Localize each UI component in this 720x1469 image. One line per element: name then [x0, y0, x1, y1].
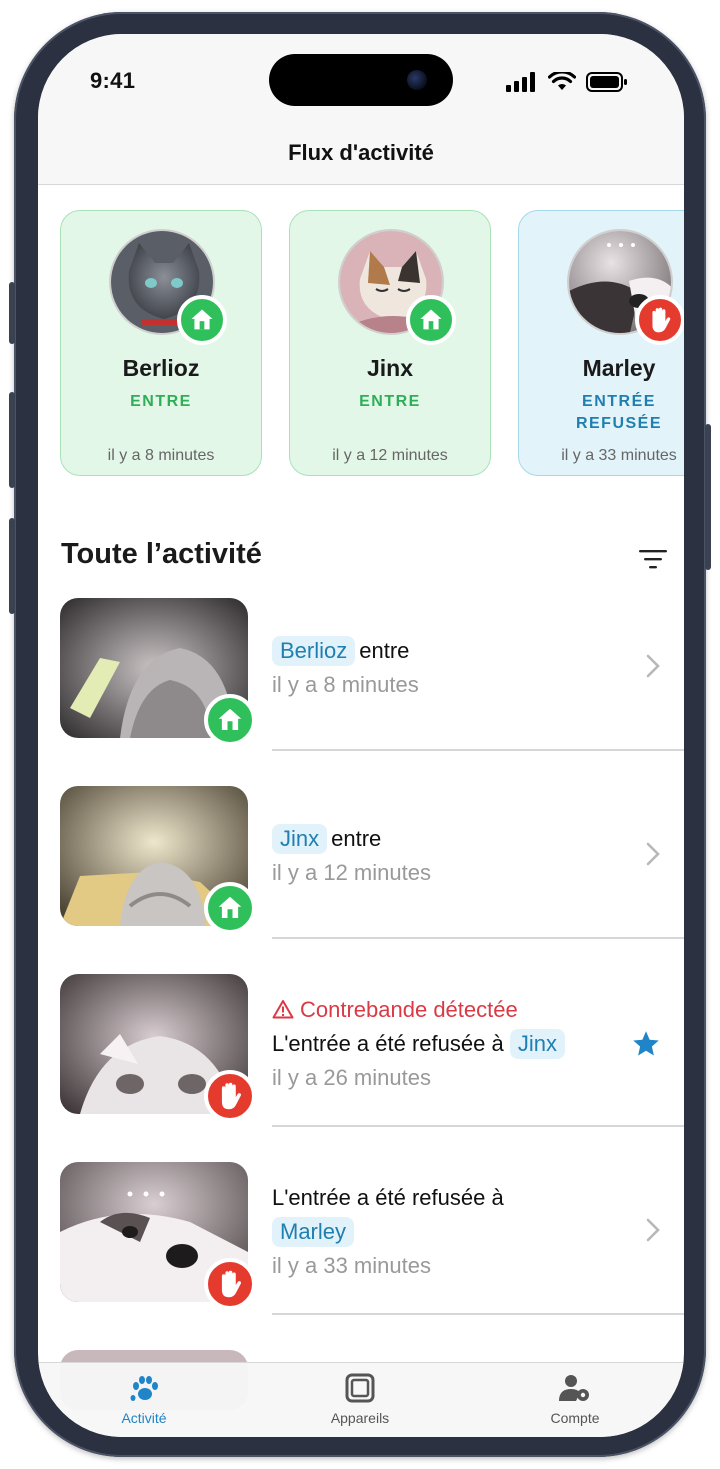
dynamic-island [269, 54, 453, 106]
row-text: Jinx entre il y a 12 minutes [272, 822, 431, 890]
section-title: Toute l’activité [61, 538, 262, 570]
summary-card-berlioz[interactable]: Berlioz ENTRE il y a 8 minutes [60, 210, 262, 476]
battery-icon [586, 72, 627, 92]
home-icon [177, 295, 227, 345]
row-action: L'entrée a été refusée à [272, 1031, 504, 1056]
tab-label: Activité [121, 1410, 167, 1426]
home-icon [406, 295, 456, 345]
action-button [9, 282, 15, 344]
device-icon [345, 1373, 375, 1403]
cellular-signal-icon [506, 72, 535, 92]
card-time: il y a 8 minutes [107, 447, 215, 464]
screen: 9:41 Flux d'activité Berlioz ENTRE il y … [38, 34, 684, 1437]
pet-tag[interactable]: Jinx [272, 824, 328, 854]
summary-card-marley[interactable]: Marley ENTRÉE REFUSÉE il y a 33 minutes [518, 210, 684, 476]
card-status-line: ENTRÉE [582, 393, 656, 410]
pet-tag[interactable]: Jinx [509, 1029, 565, 1059]
card-status-line: REFUSÉE [575, 415, 663, 432]
page-title: Flux d'activité [288, 140, 434, 165]
row-time: il y a 26 minutes [272, 1065, 431, 1090]
card-pet-name: Jinx [366, 355, 414, 381]
card-status: ENTRÉE REFUSÉE [519, 391, 684, 435]
star-icon[interactable] [631, 1029, 661, 1059]
row-divider [272, 749, 684, 751]
alert-line: Contrebande détectée [272, 993, 569, 1027]
summary-card-jinx[interactable]: Jinx ENTRE il y a 12 minutes [289, 210, 491, 476]
card-pet-name: Marley [582, 355, 656, 381]
activity-row[interactable]: Contrebande détectée L'entrée a été refu… [38, 974, 684, 1162]
wifi-icon [548, 72, 576, 90]
row-divider [272, 1125, 684, 1127]
pet-tag[interactable]: Marley [272, 1217, 355, 1247]
status-bar: 9:41 [38, 34, 684, 134]
chevron-right-icon [646, 842, 660, 866]
activity-row[interactable]: Berlioz entre il y a 8 minutes [38, 598, 684, 786]
tab-label: Compte [550, 1410, 600, 1426]
alert-text: Contrebande détectée [300, 997, 518, 1022]
row-text: Contrebande détectée L'entrée a été refu… [272, 993, 569, 1095]
row-divider [272, 1313, 684, 1315]
row-time: il y a 12 minutes [272, 860, 431, 885]
hand-stop-icon [204, 1258, 256, 1310]
card-status: ENTRE [130, 393, 192, 410]
tab-label: Appareils [330, 1410, 390, 1426]
card-pet-name: Berlioz [122, 355, 200, 381]
card-time: il y a 12 minutes [332, 447, 448, 464]
row-text: Berlioz entre il y a 8 minutes [272, 634, 419, 702]
row-action: L'entrée a été refusée à [272, 1185, 504, 1210]
paw-icon [130, 1376, 158, 1401]
hand-stop-icon [204, 1070, 256, 1122]
pet-tag[interactable]: Berlioz [272, 636, 356, 666]
row-text: L'entrée a été refusée à Marley il y a 3… [272, 1181, 504, 1283]
status-time: 9:41 [90, 68, 136, 93]
row-divider [272, 937, 684, 939]
home-icon [204, 694, 256, 746]
tab-appareils[interactable]: Appareils [300, 1373, 420, 1426]
tab-bar: Activité Appareils Compte [38, 1362, 684, 1437]
user-gear-icon [559, 1375, 589, 1401]
row-action: entre [359, 638, 410, 663]
navigation-bar: Flux d'activité [38, 134, 684, 185]
home-icon [204, 882, 256, 934]
warning-icon [272, 1000, 294, 1019]
row-action: entre [331, 826, 382, 851]
filter-icon[interactable] [638, 548, 668, 570]
power-button [705, 424, 711, 570]
volume-down-button [9, 518, 15, 614]
activity-row[interactable]: Jinx entre il y a 12 minutes [38, 786, 684, 974]
activity-row[interactable]: L'entrée a été refusée à Marley il y a 3… [38, 1162, 684, 1350]
card-status: ENTRE [359, 393, 421, 410]
chevron-right-icon [646, 1218, 660, 1242]
hand-stop-icon [635, 295, 684, 345]
summary-cards[interactable]: Berlioz ENTRE il y a 8 minutes Jinx ENTR… [60, 210, 684, 480]
volume-up-button [9, 392, 15, 488]
row-time: il y a 33 minutes [272, 1253, 431, 1278]
card-time: il y a 33 minutes [561, 447, 677, 464]
row-time: il y a 8 minutes [272, 672, 419, 697]
tab-activite[interactable]: Activité [84, 1373, 204, 1426]
chevron-right-icon [646, 654, 660, 678]
tab-compte[interactable]: Compte [515, 1373, 635, 1426]
